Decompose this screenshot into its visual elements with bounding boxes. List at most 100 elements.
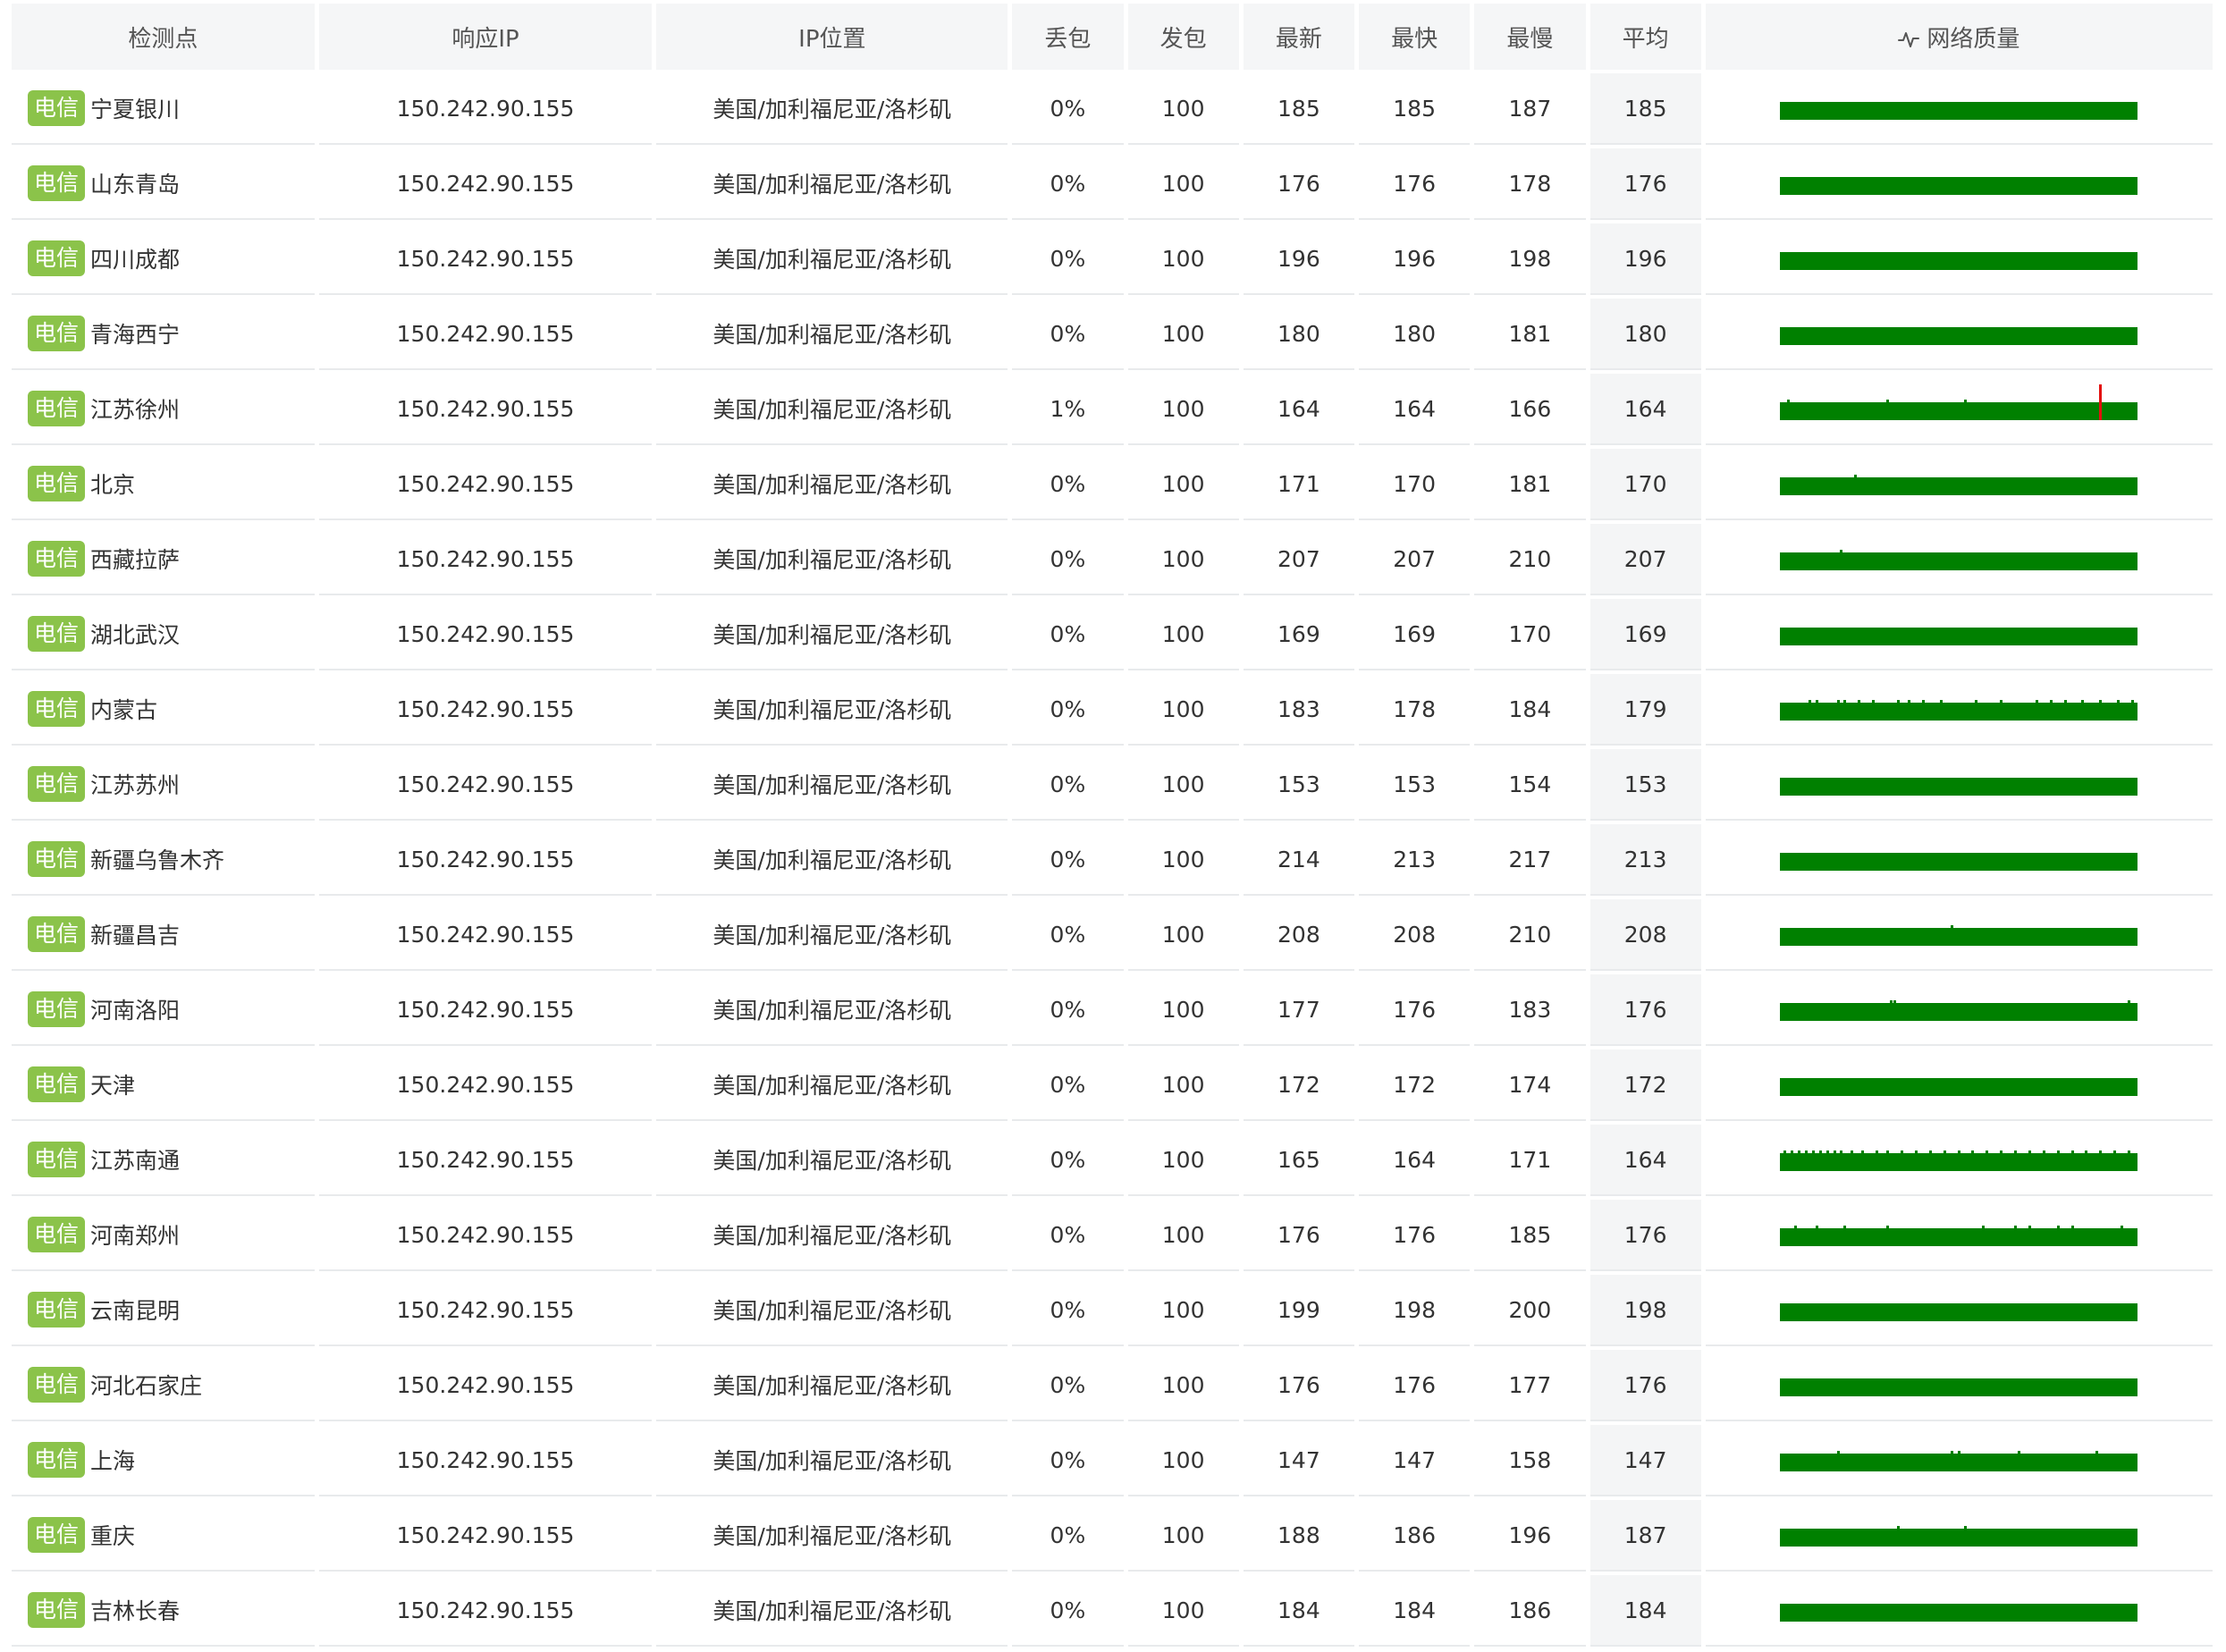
table-row: 电信 河南郑州 150.242.90.155 美国/加利福尼亚/洛杉矶 0% 100 176… [12,1200,2213,1271]
quality-chart [1780,620,2138,647]
quality-cell [1705,974,2213,1046]
header-slowest[interactable]: 最慢 [1474,4,1586,70]
quality-chart [1780,545,2138,572]
site-cell: 电信 宁夏银川 [12,73,315,145]
table-row: 电信 新疆昌吉 150.242.90.155 美国/加利福尼亚/洛杉矶 0% 100 208… [12,899,2213,971]
average-cell: 164 [1589,374,1701,445]
latest-cell: 169 [1243,599,1355,670]
latest-cell: 207 [1243,524,1355,595]
latest-cell: 176 [1243,1200,1355,1271]
loss-cell: 0% [1012,1125,1124,1196]
latest-cell: 180 [1243,299,1355,370]
site-cell: 电信 湖北武汉 [12,599,315,670]
fastest-cell: 178 [1359,674,1471,746]
slowest-cell: 181 [1474,299,1586,370]
site-name: 江苏苏州 [90,772,181,798]
fastest-cell: 198 [1359,1275,1471,1346]
ip-cell: 150.242.90.155 [318,749,653,821]
table-row: 电信 河南洛阳 150.242.90.155 美国/加利福尼亚/洛杉矶 0% 100 177… [12,974,2213,1046]
sent-cell: 100 [1127,1275,1239,1346]
latest-cell: 199 [1243,1275,1355,1346]
quality-bar [1780,552,2138,570]
loss-cell: 0% [1012,824,1124,896]
quality-cell [1705,299,2213,370]
fastest-cell: 213 [1359,824,1471,896]
jitter-tick [1886,1150,1890,1153]
quality-bar [1780,1378,2138,1396]
loss-cell: 0% [1012,674,1124,746]
jitter-tick [2121,1226,2124,1228]
loss-cell: 0% [1012,299,1124,370]
packet-loss-mark [2099,384,2103,420]
jitter-tick [1816,700,1819,703]
header-average[interactable]: 平均 [1589,4,1701,70]
loss-cell: 0% [1012,223,1124,295]
quality-chart [1780,1146,2138,1173]
site-name: 宁夏银川 [90,97,181,122]
table-row: 电信 西藏拉萨 150.242.90.155 美国/加利福尼亚/洛杉矶 0% 100 207… [12,524,2213,595]
site-name: 河北石家庄 [90,1373,203,1399]
table-row: 电信 江苏苏州 150.242.90.155 美国/加利福尼亚/洛杉矶 0% 100 153… [12,749,2213,821]
fastest-cell: 147 [1359,1425,1471,1496]
quality-cell [1705,824,2213,896]
jitter-tick [1986,1150,1989,1153]
ip-cell: 150.242.90.155 [318,1500,653,1572]
jitter-tick [1876,1150,1879,1153]
fastest-cell: 170 [1359,449,1471,520]
quality-chart [1780,1071,2138,1098]
header-location[interactable]: IP位置 [656,4,1008,70]
ip-cell: 150.242.90.155 [318,899,653,971]
location-cell: 美国/加利福尼亚/洛杉矶 [656,899,1008,971]
location-cell: 美国/加利福尼亚/洛杉矶 [656,1125,1008,1196]
quality-bar [1780,1303,2138,1321]
slowest-cell: 158 [1474,1425,1586,1496]
header-quality[interactable]: 网络质量 [1705,4,2213,70]
sent-cell: 100 [1127,1575,1239,1647]
sent-cell: 100 [1127,148,1239,220]
location-cell: 美国/加利福尼亚/洛杉矶 [656,1275,1008,1346]
table-row: 电信 青海西宁 150.242.90.155 美国/加利福尼亚/洛杉矶 0% 100 180… [12,299,2213,370]
quality-chart [1780,1371,2138,1398]
quality-cell [1705,1425,2213,1496]
quality-chart [1780,384,2138,422]
slowest-cell: 184 [1474,674,1586,746]
quality-cell [1705,1275,2213,1346]
site-cell: 电信 江苏苏州 [12,749,315,821]
jitter-tick [1851,1150,1854,1153]
quality-chart [1780,921,2138,948]
location-cell: 美国/加利福尼亚/洛杉矶 [656,1049,1008,1121]
site-name: 湖北武汉 [90,622,181,648]
isp-badge: 电信 [28,1592,86,1628]
site-name: 新疆昌吉 [90,923,181,948]
header-ip[interactable]: 响应IP [318,4,653,70]
jitter-tick [1886,400,1890,402]
isp-badge: 电信 [28,616,86,652]
jitter-tick [1971,1150,1975,1153]
fastest-cell: 164 [1359,374,1471,445]
site-cell: 电信 云南昆明 [12,1275,315,1346]
loss-cell: 0% [1012,1275,1124,1346]
jitter-tick [2099,700,2103,703]
header-latest[interactable]: 最新 [1243,4,1355,70]
loss-cell: 0% [1012,899,1124,971]
header-sent[interactable]: 发包 [1127,4,1239,70]
jitter-tick [2095,1451,2099,1454]
site-name: 吉林长春 [90,1598,181,1624]
quality-bar [1780,1003,2138,1021]
latest-cell: 214 [1243,824,1355,896]
header-site[interactable]: 检测点 [12,4,315,70]
average-cell: 208 [1589,899,1701,971]
jitter-tick [2117,700,2121,703]
location-cell: 美国/加利福尼亚/洛杉矶 [656,148,1008,220]
header-loss[interactable]: 丢包 [1012,4,1124,70]
header-fastest[interactable]: 最快 [1359,4,1471,70]
quality-chart [1780,996,2138,1023]
quality-bar [1780,853,2138,871]
jitter-tick [1951,925,1954,928]
table-row: 电信 四川成都 150.242.90.155 美国/加利福尼亚/洛杉矶 0% 100 196… [12,223,2213,295]
site-cell: 电信 上海 [12,1425,315,1496]
latest-cell: 184 [1243,1575,1355,1647]
site-name: 山东青岛 [90,172,181,198]
ip-cell: 150.242.90.155 [318,524,653,595]
isp-badge: 电信 [28,90,86,126]
